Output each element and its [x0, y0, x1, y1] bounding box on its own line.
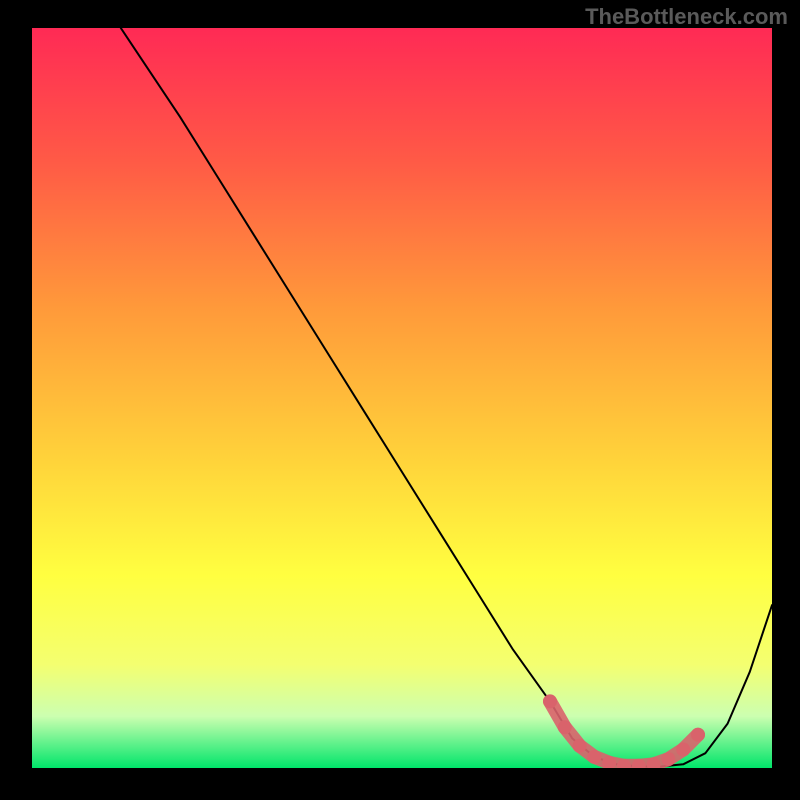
plot-area: [32, 28, 772, 768]
optimal-region-dot: [558, 720, 572, 734]
optimal-region-dot: [661, 752, 675, 766]
chart-container: TheBottleneck.com: [0, 0, 800, 800]
watermark-text: TheBottleneck.com: [585, 4, 788, 30]
optimal-region-dot: [543, 694, 557, 708]
optimal-region-dot: [691, 728, 705, 742]
optimal-region-dot: [676, 743, 690, 757]
optimal-region-dot: [573, 739, 587, 753]
chart-svg: [32, 28, 772, 768]
optimal-region-dot: [587, 750, 601, 764]
